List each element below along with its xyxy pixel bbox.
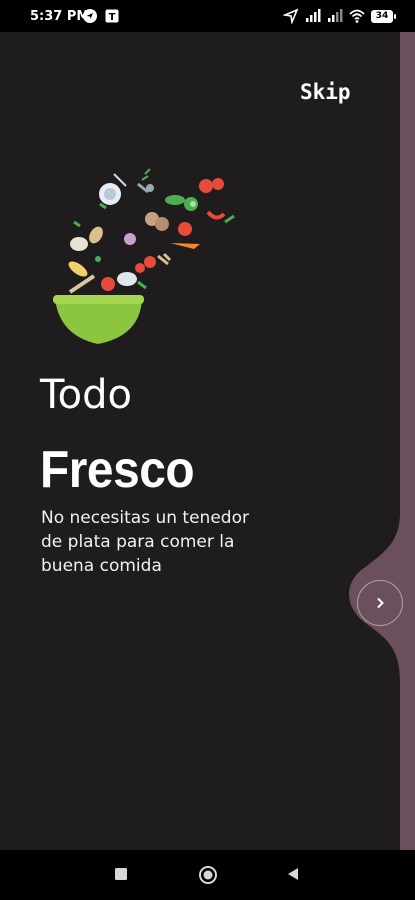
battery-level: 34 [375,11,389,21]
navigation-bar [0,850,415,900]
title-light: Todo [40,372,132,418]
back-icon[interactable] [285,866,301,882]
location-arrow-icon [283,8,299,24]
next-button[interactable] [357,580,403,626]
navigation-icon [83,9,97,23]
recent-apps-icon[interactable] [113,866,129,882]
status-bar: 5:37 PM T 34 [0,0,415,32]
title-bold: Fresco [40,441,195,499]
onboarding-screen: Skip Todo Fresco No necesitas un tenedor… [0,32,415,850]
status-time: 5:37 PM [30,9,90,24]
wifi-icon [349,9,365,23]
food-bowl-illustration [53,168,235,344]
app-notification-icon: T [105,9,119,23]
svg-text:T: T [109,12,116,23]
chevron-right-icon [377,597,384,609]
description-text: No necesitas un tenedor de plata para co… [41,508,249,576]
signal-icon [306,9,321,22]
home-icon[interactable] [198,865,218,885]
battery-icon: 34 [371,9,396,23]
signal-icon-2 [328,9,343,22]
skip-button[interactable]: Skip [300,80,351,104]
